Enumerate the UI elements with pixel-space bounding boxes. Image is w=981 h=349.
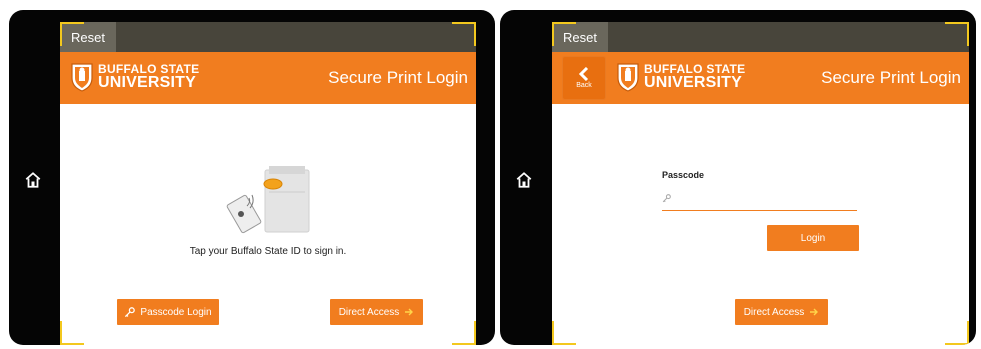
login-screen: Reset BUFFALO STATE UNIVERSITY Secure Pr… bbox=[60, 22, 476, 345]
corner-mark-br bbox=[945, 321, 969, 345]
login-button[interactable]: Login bbox=[767, 225, 859, 251]
right-device: Reset Back BUFFALO STATE UNIVERSITY Secu… bbox=[500, 10, 976, 345]
arrow-right-icon bbox=[810, 308, 819, 316]
corner-mark-tr bbox=[945, 22, 969, 46]
passcode-login-button[interactable]: Passcode Login bbox=[117, 299, 219, 325]
brand-line-2: UNIVERSITY bbox=[98, 74, 197, 91]
brand-line-2: UNIVERSITY bbox=[644, 74, 743, 91]
university-shield-icon bbox=[71, 63, 93, 92]
key-icon bbox=[125, 306, 136, 317]
top-bar: Reset bbox=[60, 22, 476, 52]
login-label: Login bbox=[800, 232, 826, 244]
passcode-input[interactable] bbox=[662, 190, 857, 211]
chevron-left-icon bbox=[578, 67, 589, 81]
home-icon bbox=[516, 172, 532, 188]
tap-instruction: Tap your Buffalo State ID to sign in. bbox=[189, 246, 347, 257]
corner-mark-tr bbox=[452, 22, 476, 46]
page-title: Secure Print Login bbox=[821, 68, 961, 87]
passcode-screen: Reset Back BUFFALO STATE UNIVERSITY Secu… bbox=[552, 22, 969, 345]
university-logo: BUFFALO STATE UNIVERSITY bbox=[617, 62, 745, 92]
corner-mark-tl bbox=[60, 22, 84, 46]
home-button[interactable] bbox=[512, 168, 536, 192]
header-bar: Back BUFFALO STATE UNIVERSITY Secure Pri… bbox=[552, 52, 969, 104]
corner-mark-tl bbox=[552, 22, 576, 46]
left-device: Reset BUFFALO STATE UNIVERSITY Secure Pr… bbox=[9, 10, 495, 345]
university-logo: BUFFALO STATE UNIVERSITY bbox=[71, 62, 199, 92]
corner-mark-bl bbox=[552, 321, 576, 345]
corner-mark-br bbox=[452, 321, 476, 345]
back-label: Back bbox=[576, 82, 592, 89]
header-bar: BUFFALO STATE UNIVERSITY Secure Print Lo… bbox=[60, 52, 476, 104]
direct-access-button[interactable]: Direct Access bbox=[330, 299, 423, 325]
passcode-label: Passcode bbox=[662, 170, 705, 180]
university-shield-icon bbox=[617, 63, 639, 92]
home-button[interactable] bbox=[21, 168, 45, 192]
corner-mark-bl bbox=[60, 321, 84, 345]
card-reader-illustration bbox=[226, 166, 310, 234]
passcode-login-label: Passcode Login bbox=[140, 306, 212, 318]
back-button[interactable]: Back bbox=[562, 56, 606, 100]
top-bar: Reset bbox=[552, 22, 969, 52]
home-icon bbox=[25, 172, 41, 188]
direct-access-label: Direct Access bbox=[743, 306, 805, 318]
page-title: Secure Print Login bbox=[328, 68, 468, 87]
direct-access-label: Direct Access bbox=[338, 306, 400, 318]
direct-access-button[interactable]: Direct Access bbox=[735, 299, 828, 325]
arrow-right-icon bbox=[405, 308, 414, 316]
